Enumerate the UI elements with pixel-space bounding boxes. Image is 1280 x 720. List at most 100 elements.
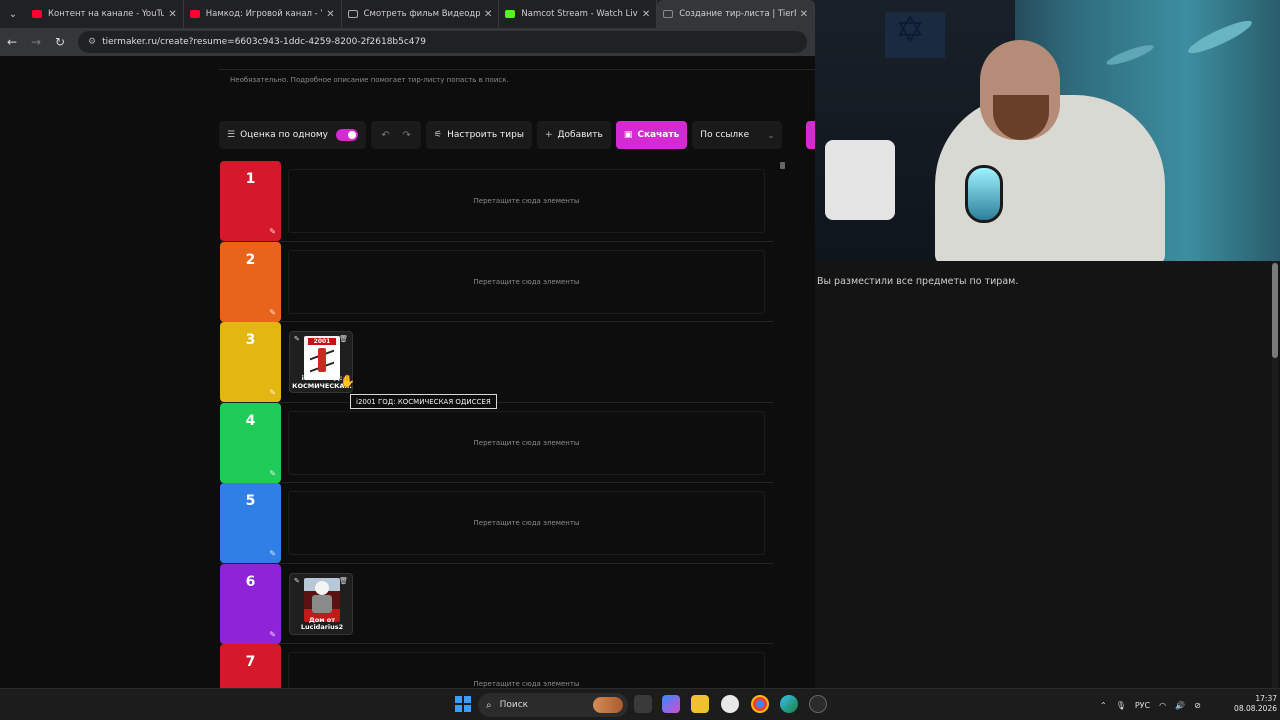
tier-items-zone[interactable]: 2001 ✎ 🗑 i2001 ГОД: КОСМИЧЕСКА... [288,330,765,394]
list-icon: ☰ [227,130,236,140]
trash-icon[interactable]: 🗑 [339,577,348,585]
browser-nav-bar: ← → ↻ ⚙ tiermaker.ru/create?resume=6603c… [0,28,815,56]
tab-youtube-content[interactable]: Контент на канале - YouTube S ✕ [26,0,184,28]
all-items-placed-message: Вы разместили все предметы по тирам. [817,276,1019,287]
tier-drop-zone[interactable]: Перетащите сюда элементы [288,169,765,233]
system-tray: ⌃ 🎙 РУС ◠ 🔊 ⊘ [1100,689,1210,720]
panel-scrollbar[interactable] [1272,261,1278,688]
scrollbar-thumb[interactable] [1272,263,1278,358]
tab-search-chevron-icon[interactable]: ⌄ [0,0,26,28]
tier-drop-zone[interactable]: Перетащите сюда элементы [288,652,765,688]
wifi-icon[interactable]: ◠ [1159,701,1166,710]
tab-title: Смотреть фильм Видеодром [363,9,481,19]
tier-drop-zone[interactable]: Перетащите сюда элементы [288,410,765,475]
tier-label[interactable]: 4 ✎ [220,402,281,483]
pencil-icon[interactable]: ✎ [269,630,276,639]
search-highlight-image [593,697,623,713]
tier-label[interactable]: 5 ✎ [220,483,281,563]
download-label: Скачать [637,130,680,140]
tier-label[interactable]: 1 ✎ [220,161,281,241]
volume-icon[interactable]: 🔊 [1175,701,1185,710]
close-icon[interactable]: ✕ [484,9,492,20]
configure-tiers-button[interactable]: ⚟ Настроить тиры [426,121,532,149]
windows-taskbar: ⌕ Поиск ⌃ 🎙 РУС ◠ 🔊 ⊘ 17:37 08.08.2026 [0,688,1280,720]
taskbar-clock[interactable]: 17:37 08.08.2026 [1225,694,1277,714]
pencil-icon[interactable]: ✎ [269,549,276,558]
pencil-icon[interactable]: ✎ [269,388,276,397]
tier-label[interactable]: 3 ✎ [220,322,281,402]
close-icon[interactable]: ✕ [642,9,650,20]
close-icon[interactable]: ✕ [168,9,176,20]
rate-one-label: Оценка по одному [240,130,329,140]
input-language[interactable]: РУС [1135,701,1150,710]
tray-chevron-up-icon[interactable]: ⌃ [1100,701,1107,710]
tier-label[interactable]: 2 ✎ [220,241,281,322]
webcam-fish [1104,41,1156,69]
tier-drop-zone[interactable]: Перетащите сюда элементы [288,249,765,314]
rate-one-toggle-group[interactable]: ☰ Оценка по одному [219,121,367,149]
undo-icon[interactable]: ↶ [381,130,389,141]
trash-icon[interactable]: 🗑 [339,335,348,343]
close-icon[interactable]: ✕ [326,9,334,20]
url-text: tiermaker.ru/create?resume=6603c943-1ddc… [102,37,426,47]
tier-label[interactable]: 7 ✎ [220,644,281,688]
youtube-icon [189,10,200,18]
page-content: Необязательно. Подробное описание помога… [0,56,815,688]
editor-toolbar: ☰ Оценка по одному ↶ ↷ ⚟ Настроить тиры … [219,120,815,150]
address-bar[interactable]: ⚙ tiermaker.ru/create?resume=6603c943-1d… [78,31,807,53]
truncated-action-button[interactable] [806,121,815,149]
settings-gear-icon[interactable] [809,695,827,713]
rate-one-toggle[interactable] [336,129,359,141]
tab-kick-stream[interactable]: Namcot Stream - Watch Live on ✕ [499,0,658,28]
tier-label-text: 3 [245,332,256,348]
add-button[interactable]: + Добавить [536,121,611,149]
pencil-icon[interactable]: ✎ [294,335,300,343]
description-hint: Необязательно. Подробное описание помога… [230,76,509,84]
undo-redo-group: ↶ ↷ [371,121,422,149]
windows-start-icon[interactable] [455,696,471,712]
drop-hint: Перетащите сюда элементы [473,519,580,527]
poster-figure [318,348,326,372]
taskbar-search[interactable]: ⌕ Поиск [478,693,628,717]
hand-cursor-icon: ✋ [340,374,355,388]
tier-label[interactable]: 6 ✎ [220,563,281,644]
reload-icon[interactable]: ↻ [48,35,72,49]
edge-icon[interactable] [780,695,798,713]
forward-arrow-icon[interactable]: → [24,35,48,49]
tier-row: 7 ✎ Перетащите сюда элементы [220,644,773,688]
notification-icon[interactable]: ⊘ [1194,701,1201,710]
tiermaker-icon [663,10,674,18]
back-arrow-icon[interactable]: ← [0,35,24,49]
pencil-icon[interactable]: ✎ [294,577,300,585]
redo-icon[interactable]: ↷ [402,130,410,141]
copilot-icon[interactable] [662,695,680,713]
tier-item-card[interactable]: ✎ 🗑 Дом от Lucidarius2 [289,572,353,635]
pencil-icon[interactable]: ✎ [269,469,276,478]
site-info-icon[interactable]: ⚙ [88,37,96,47]
tierlist-editor: Необязательно. Подробное описание помога… [219,56,815,688]
tier-items-zone[interactable]: ✎ 🗑 Дом от Lucidarius2 [288,572,765,636]
file-explorer-icon[interactable] [691,695,709,713]
webcam-overlay: ✡ [815,0,1280,261]
configure-tiers-label: Настроить тиры [447,130,524,140]
download-button[interactable]: ▣ Скачать [615,121,688,149]
pencil-icon[interactable]: ✎ [269,227,276,236]
tier-row: 5 ✎ Перетащите сюда элементы [220,483,773,564]
movie-poster [304,577,340,622]
tier-drop-zone[interactable]: Перетащите сюда элементы [288,491,765,555]
webcam-fish [1185,15,1255,59]
tab-tiermaker[interactable]: Создание тир-листа | TierMak ✕ [657,0,816,28]
tab-youtube-gaming[interactable]: Намкод: Игровой канал - YouT ✕ [184,0,342,28]
microphone-tray-icon[interactable]: 🎙 [1116,701,1126,710]
task-view-icon[interactable] [634,695,652,713]
page-scroll-handle[interactable] [780,162,785,169]
tier-label-text: 4 [245,412,256,429]
yandex-browser-icon[interactable] [721,695,739,713]
share-mode-select[interactable]: По ссылке ⌄ [692,121,783,149]
webcam-panda-poster [825,140,895,220]
tab-videodrome[interactable]: Смотреть фильм Видеодром ✕ [342,0,500,28]
close-icon[interactable]: ✕ [800,9,808,20]
search-icon: ⌕ [486,699,492,711]
chrome-icon[interactable] [751,695,769,713]
pencil-icon[interactable]: ✎ [269,308,276,317]
